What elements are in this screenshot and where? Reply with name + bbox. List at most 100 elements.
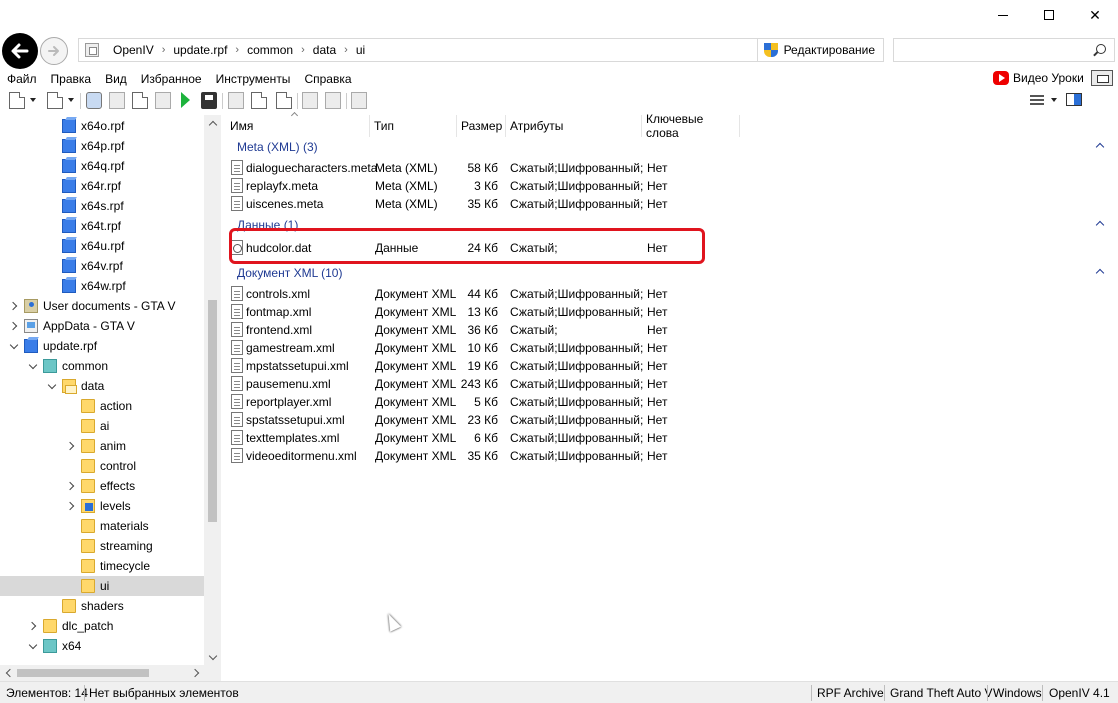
chevron-down-icon[interactable]: [68, 98, 74, 102]
file-row[interactable]: reportplayer.xml Документ XML 5 Кб Сжатый;Ш…: [226, 393, 1112, 411]
import-icon[interactable]: [302, 92, 318, 109]
forward-button[interactable]: [40, 37, 68, 65]
address-bar[interactable]: OpenIV › update.rpf › common › data › ui…: [78, 38, 884, 62]
column-keywords[interactable]: Ключевые слова: [642, 112, 740, 140]
panel-toggle-button[interactable]: [1091, 70, 1113, 86]
video-lessons-link[interactable]: Видео Уроки: [993, 71, 1084, 85]
tree-item[interactable]: x64q.rpf: [0, 156, 204, 176]
tree-item[interactable]: anim: [0, 436, 204, 456]
chevron-down-icon[interactable]: [47, 381, 57, 391]
scroll-up-button[interactable]: [204, 115, 221, 132]
chevron-right-icon[interactable]: [9, 301, 19, 311]
tree-item[interactable]: x64u.rpf: [0, 236, 204, 256]
breadcrumb-ui[interactable]: ui: [348, 43, 373, 57]
file-row[interactable]: pausemenu.xml Документ XML 243 Кб Сжатый;Ши…: [226, 375, 1112, 393]
breadcrumb-openiv[interactable]: OpenIV: [105, 43, 162, 57]
chevron-up-icon[interactable]: [1095, 268, 1105, 278]
scroll-down-button[interactable]: [204, 649, 221, 666]
search-icon[interactable]: [1096, 44, 1106, 54]
column-name[interactable]: Имя: [226, 111, 370, 137]
column-attributes[interactable]: Атрибуты: [506, 115, 642, 137]
tree-item[interactable]: x64: [0, 636, 204, 656]
tree-item[interactable]: common: [0, 356, 204, 376]
menu-tools[interactable]: Инструменты: [209, 72, 298, 86]
chevron-down-icon[interactable]: [30, 98, 36, 102]
back-button[interactable]: [2, 33, 38, 69]
tree-view-icon[interactable]: [155, 92, 171, 109]
tree-item[interactable]: dlc_patch: [0, 616, 204, 636]
edit-mode-button[interactable]: Редактирование: [756, 39, 883, 61]
scroll-left-button[interactable]: [0, 665, 16, 681]
file-row[interactable]: controls.xml Документ XML 44 Кб Сжатый;Шифр…: [226, 285, 1112, 303]
chevron-down-icon[interactable]: [28, 641, 38, 651]
disabled-tool-icon[interactable]: [109, 92, 125, 109]
file-row[interactable]: fontmap.xml Документ XML 13 Кб Сжатый;Шифро…: [226, 303, 1112, 321]
tree-item[interactable]: x64s.rpf: [0, 196, 204, 216]
file-row[interactable]: hudcolor.dat Данные 24 Кб Сжатый; Нет: [226, 239, 1112, 257]
breadcrumb-common[interactable]: common: [239, 43, 301, 57]
preview-pane-icon[interactable]: [1066, 93, 1082, 106]
scroll-thumb[interactable]: [208, 300, 217, 522]
menu-file[interactable]: Файл: [0, 72, 44, 86]
chevron-down-icon[interactable]: [1051, 98, 1057, 102]
run-icon[interactable]: [181, 92, 190, 108]
tree-item[interactable]: AppData - GTA V: [0, 316, 204, 336]
chevron-right-icon[interactable]: [66, 501, 76, 511]
file-row[interactable]: texttemplates.xml Документ XML 6 Кб Сжатый;…: [226, 429, 1112, 447]
tree-item[interactable]: x64v.rpf: [0, 256, 204, 276]
menu-view[interactable]: Вид: [98, 72, 134, 86]
export-icon[interactable]: [325, 92, 341, 109]
tree-item[interactable]: ui: [0, 576, 204, 596]
tree-item[interactable]: timecycle: [0, 556, 204, 576]
tree-item[interactable]: materials: [0, 516, 204, 536]
replace-icon[interactable]: [351, 92, 367, 109]
new-file-icon[interactable]: [9, 92, 25, 109]
tree-item[interactable]: data: [0, 376, 204, 396]
tree-item[interactable]: control: [0, 456, 204, 476]
chevron-down-icon[interactable]: [28, 361, 38, 371]
tree-item[interactable]: User documents - GTA V: [0, 296, 204, 316]
search-input[interactable]: [894, 39, 1084, 61]
group-header[interactable]: Meta (XML) (3): [226, 139, 1112, 157]
tree-item[interactable]: x64r.rpf: [0, 176, 204, 196]
tree-horizontal-scrollbar[interactable]: [0, 665, 204, 681]
tree-item[interactable]: x64p.rpf: [0, 136, 204, 156]
chevron-up-icon[interactable]: [1095, 142, 1105, 152]
menu-edit[interactable]: Правка: [44, 72, 99, 86]
tree-item[interactable]: x64w.rpf: [0, 276, 204, 296]
tree-item[interactable]: levels: [0, 496, 204, 516]
chevron-right-icon[interactable]: [9, 321, 19, 331]
list-view-icon[interactable]: [1030, 93, 1044, 107]
text-editor-icon[interactable]: [276, 92, 292, 109]
tree-item[interactable]: effects: [0, 476, 204, 496]
breadcrumb-update-rpf[interactable]: update.rpf: [165, 43, 235, 57]
column-type[interactable]: Тип: [370, 115, 457, 137]
chevron-down-icon[interactable]: [9, 341, 19, 351]
save-icon[interactable]: [201, 92, 217, 109]
tree-item[interactable]: shaders: [0, 596, 204, 616]
tree-item[interactable]: ai: [0, 416, 204, 436]
chevron-right-icon[interactable]: [28, 621, 38, 631]
tree-item[interactable]: update.rpf: [0, 336, 204, 356]
properties-icon[interactable]: [251, 92, 267, 109]
find-icon[interactable]: [228, 92, 244, 109]
close-button[interactable]: ✕: [1072, 0, 1118, 30]
file-row[interactable]: uiscenes.meta Meta (XML) 35 Кб Сжатый;Шифро…: [226, 195, 1112, 213]
maximize-button[interactable]: [1026, 0, 1072, 30]
tree-item[interactable]: streaming: [0, 536, 204, 556]
file-row[interactable]: videoeditormenu.xml Документ XML 35 Кб Сжат…: [226, 447, 1112, 465]
file-row[interactable]: mpstatssetupui.xml Документ XML 19 Кб Сжаты…: [226, 357, 1112, 375]
column-size[interactable]: Размер: [457, 115, 506, 137]
tree-item[interactable]: action: [0, 396, 204, 416]
tree-item[interactable]: x64o.rpf: [0, 116, 204, 136]
file-row[interactable]: dialoguecharacters.meta Meta (XML) 58 Кб Сж…: [226, 159, 1112, 177]
add-file-icon[interactable]: [47, 92, 63, 109]
minimize-button[interactable]: [980, 0, 1026, 30]
file-row[interactable]: replayfx.meta Meta (XML) 3 Кб Сжатый;Шифров…: [226, 177, 1112, 195]
menu-favorites[interactable]: Избранное: [134, 72, 209, 86]
chevron-right-icon[interactable]: [66, 441, 76, 451]
file-row[interactable]: spstatssetupui.xml Документ XML 23 Кб Сжаты…: [226, 411, 1112, 429]
chevron-right-icon[interactable]: [66, 481, 76, 491]
file-row[interactable]: frontend.xml Документ XML 36 Кб Сжатый; Нет: [226, 321, 1112, 339]
file-row[interactable]: gamestream.xml Документ XML 10 Кб Сжатый;Ши…: [226, 339, 1112, 357]
